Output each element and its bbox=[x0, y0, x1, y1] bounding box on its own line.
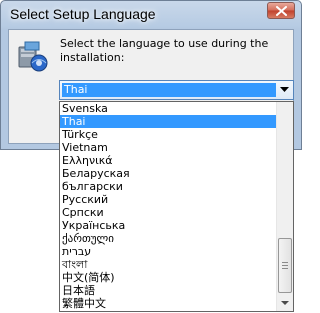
language-option[interactable]: Русский bbox=[60, 193, 277, 206]
language-option[interactable]: עברית bbox=[60, 245, 277, 258]
language-dropdown-list[interactable]: Svenska Thai Türkçe Vietnam Ελληνικά Беларуск… bbox=[59, 101, 294, 312]
language-options: Svenska Thai Türkçe Vietnam Ελληνικά Беларуск… bbox=[60, 102, 277, 310]
language-option[interactable]: 繁體中文 bbox=[60, 297, 277, 310]
setup-icon bbox=[18, 41, 48, 72]
language-option[interactable]: Vietnam bbox=[60, 141, 277, 154]
language-option[interactable]: 中文(简体) bbox=[60, 271, 277, 284]
title-bar[interactable]: Select Setup Language bbox=[1, 1, 301, 29]
chevron-down-icon[interactable] bbox=[280, 87, 289, 92]
language-select[interactable]: Thai bbox=[59, 80, 294, 100]
language-option[interactable]: Svenska bbox=[60, 102, 277, 115]
close-button[interactable] bbox=[267, 2, 295, 19]
language-option[interactable]: Беларуская bbox=[60, 167, 277, 180]
close-icon bbox=[276, 6, 287, 16]
scroll-down-button[interactable] bbox=[277, 295, 293, 311]
window-title: Select Setup Language bbox=[10, 6, 156, 22]
language-option[interactable]: Українська bbox=[60, 219, 277, 232]
selected-language: Thai bbox=[62, 83, 276, 97]
language-option[interactable]: Türkçe bbox=[60, 128, 277, 141]
scrollbar[interactable] bbox=[276, 102, 293, 311]
language-option[interactable]: Ελληνικά bbox=[60, 154, 277, 167]
instruction-text: Select the language to use during the in… bbox=[60, 37, 269, 64]
language-option[interactable]: Српски bbox=[60, 206, 277, 219]
scroll-thumb[interactable] bbox=[278, 238, 292, 293]
language-option[interactable]: বাংলা bbox=[60, 258, 277, 271]
language-option[interactable]: 日本語 bbox=[60, 284, 277, 297]
scroll-down-arrow-icon bbox=[281, 301, 289, 305]
language-option[interactable]: Thai bbox=[60, 115, 277, 128]
language-option[interactable]: български bbox=[60, 180, 277, 193]
language-option[interactable]: ქართული bbox=[60, 232, 277, 245]
